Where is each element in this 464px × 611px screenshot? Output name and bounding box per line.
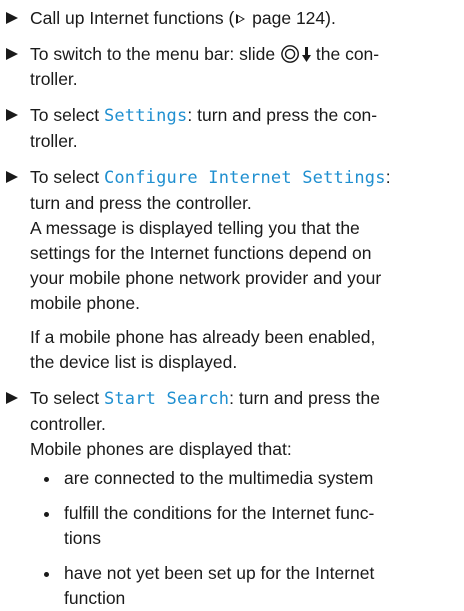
list-item: fulfill the conditions for the Internet … [30,501,456,551]
controller-icon [281,45,299,63]
bullet-icon [44,572,49,577]
step-marker-icon [6,392,18,404]
ui-term-settings: Settings [103,106,188,126]
instructions-page: Call up Internet functions ( page 124). … [0,0,464,611]
list-item: have not yet been set up for the Interne… [30,561,456,611]
note-device-list: If a mobile phone has already been enabl… [30,327,376,372]
step-start-search: To select Start Search: turn and press t… [6,386,456,611]
step-call-up-internet: Call up Internet functions ( page 124). [6,6,456,31]
step-text: Call up Internet functions ( page 124). [30,8,336,28]
step-marker-icon [6,48,18,60]
bullet-icon [44,512,49,517]
step-marker-icon [6,109,18,121]
step-switch-menu-bar: To switch to the menu bar: slide the con… [6,42,456,92]
step-marker-icon [6,12,18,24]
ui-term-configure-internet-settings: Configure Internet Settings [103,168,386,188]
arrow-down-icon [302,47,311,62]
page-reference-icon [236,14,246,24]
bullet-icon [44,477,49,482]
phone-conditions-list: are connected to the multimedia system f… [30,466,456,611]
step-configure-internet-settings: To select Configure Internet Settings: t… [6,165,456,316]
ui-term-start-search: Start Search [103,389,230,409]
step-text: To switch to the menu bar: slide the con… [30,44,380,64]
list-item: are connected to the multimedia system [30,466,456,491]
step-select-settings: To select Settings: turn and press the c… [6,103,456,154]
step-marker-icon [6,171,18,183]
